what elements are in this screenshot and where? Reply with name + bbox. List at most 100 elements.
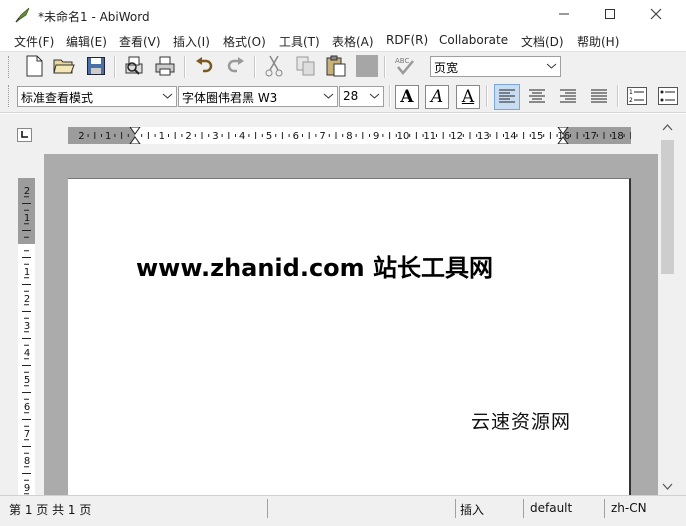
vertical-ruler[interactable]: 2 1 1 2 3 4 5 6 7 8 9 [18,178,35,495]
open-folder-icon [53,56,75,79]
bold-button[interactable]: A [395,85,419,109]
ruler-number: 3 [24,321,30,332]
status-bar: 第 1 页 共 1 页 插入 default zh-CN [0,495,686,526]
scroll-up-icon[interactable] [662,120,673,134]
menu-file[interactable]: 文件(F) [14,33,54,50]
ruler-number: 2 [24,186,30,197]
bulleted-list-icon [658,86,678,108]
open-button[interactable] [52,55,76,79]
zoom-select[interactable]: 页宽 [430,56,561,77]
ruler-number: 6 [293,131,299,142]
ruler-number: 14 [504,131,517,142]
spellcheck-icon: ABC [393,55,417,80]
toolbar-separator [254,56,256,78]
close-icon [650,8,662,23]
underline-icon: A [461,87,475,107]
bulleted-list-button[interactable] [655,84,681,110]
ruler-number: 17 [584,131,597,142]
svg-text:ABC: ABC [395,57,409,65]
underline-button[interactable]: A [456,85,480,109]
redo-button[interactable] [224,55,248,79]
align-left-button[interactable] [494,84,520,110]
toolbar-grip[interactable] [8,85,11,107]
document-page[interactable]: www.zhanid.com 站长工具网 云速资源网 [68,178,631,495]
undo-button[interactable] [192,55,216,79]
align-justify-button[interactable] [586,84,612,110]
scrollbar-thumb[interactable] [661,140,674,274]
menu-rdf[interactable]: RDF(R) [386,33,428,47]
print-preview-icon [123,55,145,80]
ruler-number: 12 [450,131,463,142]
copy-button[interactable] [294,55,318,79]
menu-help[interactable]: 帮助(H) [577,33,619,50]
menu-view[interactable]: 查看(V) [119,33,161,50]
ruler-number: 7 [319,131,325,142]
format-painter-button[interactable] [355,54,379,80]
align-center-button[interactable] [524,84,550,110]
scroll-down-icon[interactable] [662,480,673,494]
horizontal-ruler-scale: 2 1 1 2 3 4 5 6 7 8 9 10 11 12 13 14 15 16 17 18 [78,127,631,144]
numbered-list-button[interactable]: 12 [624,84,650,110]
left-indent-marker[interactable] [129,127,141,144]
cut-button[interactable] [262,55,286,79]
document-heading-text[interactable]: www.zhanid.com 站长工具网 [136,248,493,283]
ruler-number: 9 [24,483,30,494]
save-icon [86,56,106,79]
italic-button[interactable]: A [425,85,449,109]
cut-icon [264,55,284,80]
document-sub-text[interactable]: 云速资源网 [471,407,571,434]
save-button[interactable] [84,55,108,79]
spellcheck-button[interactable]: ABC [393,55,417,79]
menu-insert[interactable]: 插入(I) [173,33,210,50]
ruler-number: 8 [24,456,30,467]
language: zh-CN [611,501,647,515]
svg-text:1: 1 [629,89,633,96]
ruler-number: 11 [423,131,436,142]
ruler-number: 4 [24,348,30,359]
align-right-button[interactable] [555,84,581,110]
ruler-number: 1 [24,213,30,224]
toolbar-separator [384,56,386,78]
ruler-number: 9 [373,131,379,142]
font-value: 字体圈伟君黑 W3 [182,91,278,105]
new-document-icon [24,55,44,80]
vertical-scrollbar[interactable] [658,114,686,495]
tab-stop-selector[interactable] [17,128,32,142]
menu-document[interactable]: 文档(D) [521,33,564,50]
font-size-select[interactable]: 28 [339,86,384,107]
toolbar-separator [486,85,488,107]
style-select[interactable]: 标准查看模式 [17,86,177,107]
maximize-button[interactable] [587,0,633,30]
toolbar-grip[interactable] [8,56,11,78]
font-select[interactable]: 字体圈伟君黑 W3 [178,86,338,107]
ruler-number: 15 [531,131,544,142]
document-area: 2 1 1 2 3 4 5 6 7 8 9 10 11 12 13 14 15 16 17 18 2112345678… [0,114,686,495]
print-preview-button[interactable] [122,55,146,79]
close-button[interactable] [633,0,679,30]
horizontal-ruler[interactable]: 2 1 1 2 3 4 5 6 7 8 9 10 11 12 13 14 15 16 17 18 [68,127,631,144]
undo-icon [194,56,214,79]
menu-collaborate[interactable]: Collaborate [439,33,508,47]
paste-button[interactable] [324,55,348,79]
ruler-number: 3 [212,131,218,142]
new-document-button[interactable] [22,55,46,79]
ruler-corner [0,114,44,154]
font-size-value: 28 [343,89,359,103]
menu-format[interactable]: 格式(O) [223,33,266,50]
redo-icon [226,56,246,79]
bold-icon: A [400,87,414,107]
print-button[interactable] [153,55,177,79]
copy-icon [295,55,317,80]
zoom-value: 页宽 [434,61,459,75]
ruler-number: 7 [24,429,30,440]
ruler-number: 1 [24,267,30,278]
menu-tools[interactable]: 工具(T) [279,33,320,50]
maximize-icon [604,8,616,23]
format-painter-icon [356,54,378,80]
minimize-button[interactable] [541,0,587,30]
toolbar-separator [617,85,619,107]
menu-table[interactable]: 表格(A) [332,33,374,50]
left-tab-icon [20,128,29,142]
ruler-number: 6 [24,402,30,413]
menu-edit[interactable]: 编辑(E) [66,33,107,50]
